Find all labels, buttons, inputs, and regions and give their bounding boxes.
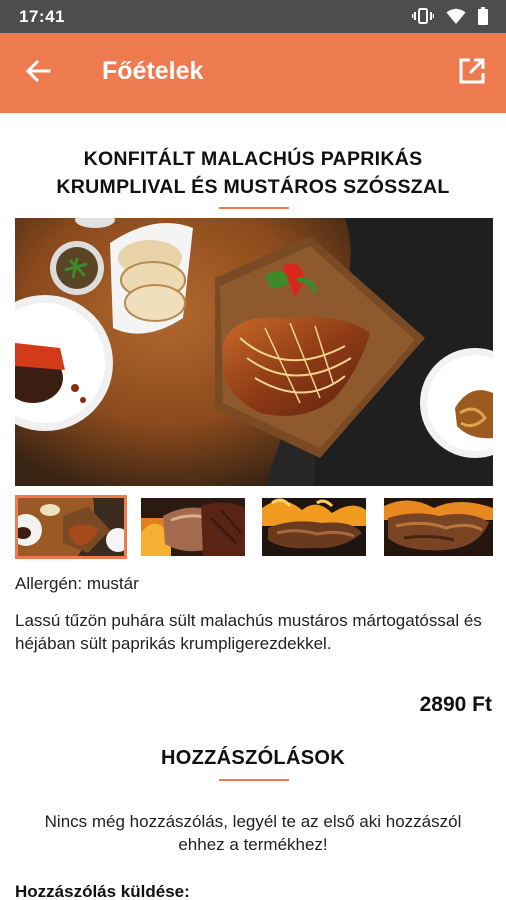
product-description: Lassú tűzön puhára sült malachús mustáro… bbox=[15, 611, 482, 653]
status-time: 17:41 bbox=[19, 7, 65, 26]
thumbnail-strip bbox=[15, 495, 493, 559]
status-bar: 17:41 bbox=[0, 0, 506, 33]
product-title: KONFITÁLT MALACHÚS PAPRIKÁS KRUMPLIVAL É… bbox=[56, 148, 450, 198]
thumbnail-1[interactable] bbox=[15, 495, 127, 559]
back-button[interactable] bbox=[18, 55, 58, 91]
allergen-info: Allergén: mustár bbox=[15, 574, 139, 593]
product-main-image[interactable] bbox=[15, 218, 493, 486]
thumbnail-3[interactable] bbox=[262, 498, 366, 556]
no-comments-message: Nincs még hozzászólás, legyél te az első… bbox=[44, 812, 462, 854]
title-divider bbox=[219, 207, 289, 209]
battery-icon bbox=[478, 7, 488, 25]
product-price: 2890 Ft bbox=[419, 693, 492, 716]
comments-divider bbox=[219, 779, 289, 781]
send-comment-label: Hozzászólás küldése: bbox=[15, 882, 190, 900]
wifi-icon bbox=[446, 8, 466, 25]
arrow-left-icon bbox=[25, 59, 51, 88]
app-bar: Főételek bbox=[0, 33, 506, 113]
status-icons bbox=[412, 7, 488, 25]
comments-heading: HOZZÁSZÓLÁSOK bbox=[161, 747, 345, 769]
page-title: Főételek bbox=[102, 57, 204, 85]
thumbnail-4[interactable] bbox=[384, 498, 493, 556]
vibrate-icon bbox=[412, 7, 434, 25]
open-external-icon bbox=[458, 57, 486, 90]
thumbnail-2[interactable] bbox=[141, 498, 245, 556]
share-button[interactable] bbox=[452, 55, 492, 91]
